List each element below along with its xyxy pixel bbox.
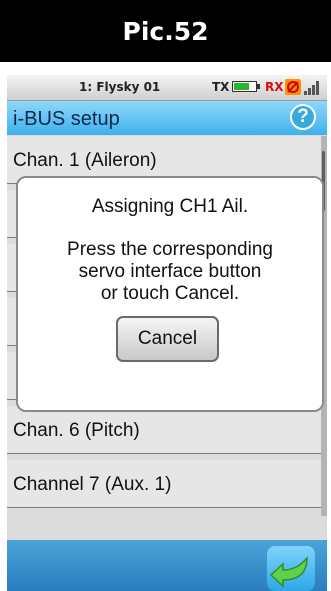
cancel-button[interactable]: Cancel	[116, 316, 219, 362]
title-bar: i-BUS setup ?	[7, 101, 327, 135]
tx-label: TX	[212, 80, 230, 94]
list-item-chan-6[interactable]: Chan. 6 (Pitch)	[7, 406, 321, 454]
list-item-label: Chan. 1 (Aileron)	[13, 150, 157, 171]
list-item-label: Channel 7 (Aux. 1)	[13, 474, 172, 495]
list-item-label: Chan. 6 (Pitch)	[13, 420, 140, 441]
rx-label: RX	[265, 80, 284, 94]
signal-bars-icon	[303, 79, 319, 95]
dialog-line: servo interface button	[78, 261, 262, 282]
page-title: i-BUS setup	[13, 108, 120, 130]
status-bar: 1: Flysky 01 TX RX	[7, 75, 327, 101]
back-button[interactable]	[267, 546, 315, 591]
dialog-title: Assigning CH1 Ail.	[91, 196, 249, 217]
help-icon[interactable]: ?	[290, 104, 316, 130]
back-arrow-icon	[269, 556, 308, 588]
dialog-line: or touch Cancel.	[100, 283, 240, 304]
figure-caption: Pic.52	[0, 0, 331, 62]
tx-battery-icon	[232, 81, 260, 92]
bottom-bar	[7, 540, 327, 591]
dialog-message: Press the corresponding servo interface …	[18, 239, 322, 305]
rx-no-signal-icon	[285, 79, 301, 95]
list-item-chan-7[interactable]: Channel 7 (Aux. 1)	[7, 460, 321, 508]
assign-dialog: Assigning CH1 Ail. Press the correspondi…	[16, 176, 324, 412]
dialog-line: Press the corresponding	[67, 239, 273, 260]
model-name: 1: Flysky 01	[79, 80, 161, 94]
